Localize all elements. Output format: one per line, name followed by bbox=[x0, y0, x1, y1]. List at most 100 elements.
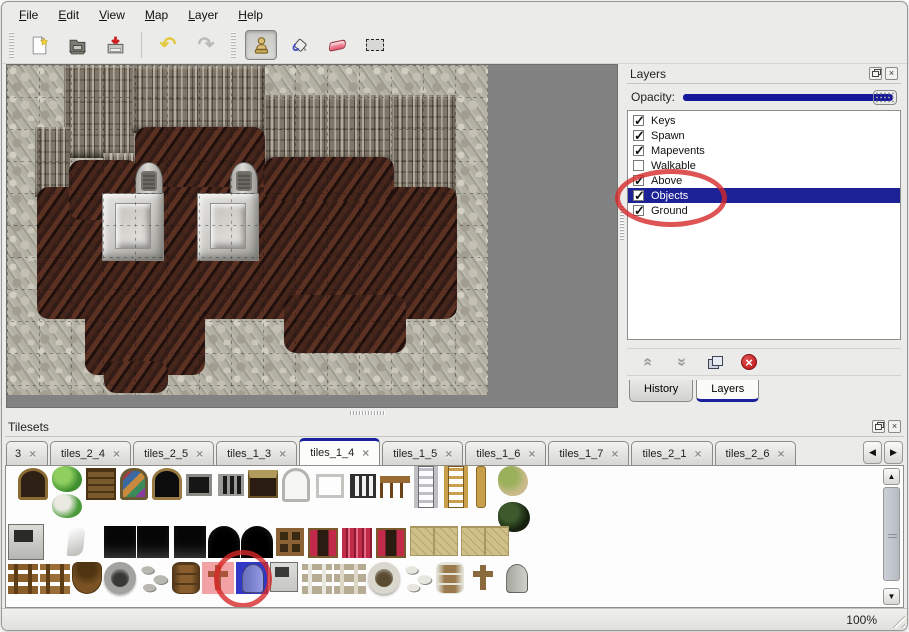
tile-curtain-window-1[interactable] bbox=[308, 528, 338, 558]
tile-grave-cross[interactable] bbox=[202, 562, 234, 594]
select-tool-button[interactable] bbox=[359, 30, 391, 60]
tile-window-arch-dark[interactable] bbox=[152, 468, 182, 500]
tab-close-icon[interactable]: × bbox=[611, 447, 618, 461]
tile-curtain-window-2[interactable] bbox=[376, 528, 406, 558]
tile-grave-tombstone-selected[interactable] bbox=[236, 562, 268, 594]
layer-visibility-checkbox[interactable] bbox=[633, 115, 644, 126]
eraser-tool-button[interactable] bbox=[321, 30, 353, 60]
tile-flower-box-green[interactable] bbox=[52, 466, 82, 492]
tile-window-small-dark[interactable] bbox=[186, 474, 212, 496]
vertical-splitter[interactable] bbox=[618, 64, 625, 408]
opacity-slider[interactable] bbox=[683, 90, 897, 105]
tile-well-stone[interactable] bbox=[104, 562, 136, 594]
scroll-up-icon[interactable]: ▲ bbox=[883, 468, 900, 485]
tileset-tab-tiles_1_6[interactable]: tiles_1_6× bbox=[465, 441, 546, 465]
layer-row-spawn[interactable]: Spawn bbox=[628, 128, 900, 143]
float-icon[interactable] bbox=[872, 420, 885, 433]
tile-arch-white[interactable] bbox=[282, 468, 310, 502]
layer-row-above[interactable]: Above bbox=[628, 173, 900, 188]
duplicate-layer-button[interactable] bbox=[703, 352, 727, 372]
scrollbar-thumb[interactable] bbox=[883, 487, 900, 581]
layer-row-keys[interactable]: Keys bbox=[628, 113, 900, 128]
tileset-tab-tiles_1_4[interactable]: tiles_1_4× bbox=[299, 438, 380, 465]
tile-black-tile-1[interactable] bbox=[104, 526, 136, 558]
tile-flower-box-white[interactable] bbox=[52, 494, 82, 518]
tile-cave-arch-1[interactable] bbox=[208, 526, 240, 558]
tile-table-wood[interactable] bbox=[380, 476, 410, 498]
save-button[interactable] bbox=[99, 30, 131, 60]
tab-close-icon[interactable]: × bbox=[29, 447, 36, 461]
tileset-tab-tiles_1_7[interactable]: tiles_1_7× bbox=[548, 441, 629, 465]
map-viewport[interactable] bbox=[6, 64, 618, 408]
tile-ladder-metal[interactable] bbox=[414, 466, 438, 508]
tile-cross-snow[interactable] bbox=[468, 562, 498, 594]
tile-plant-roots[interactable] bbox=[498, 466, 528, 496]
redo-button[interactable]: ↷ bbox=[190, 30, 222, 60]
move-layer-up-button[interactable]: « bbox=[635, 352, 659, 372]
opacity-slider-handle[interactable] bbox=[873, 90, 897, 105]
tab-close-icon[interactable]: × bbox=[694, 447, 701, 461]
tileset-tab-tiles_2_4[interactable]: tiles_2_4× bbox=[50, 441, 131, 465]
scroll-tabs-right-button[interactable]: ▶ bbox=[884, 441, 903, 464]
fill-tool-button[interactable] bbox=[283, 30, 315, 60]
menu-view[interactable]: View bbox=[90, 5, 134, 25]
tile-barrel-wood[interactable] bbox=[172, 562, 200, 594]
layer-row-ground[interactable]: Ground bbox=[628, 203, 900, 218]
menu-layer[interactable]: Layer bbox=[179, 5, 227, 25]
tile-tombstone-snow[interactable] bbox=[500, 562, 532, 594]
layer-visibility-checkbox[interactable] bbox=[633, 190, 644, 201]
tile-window-shutters[interactable] bbox=[86, 468, 116, 500]
tile-black-tile-2[interactable] bbox=[137, 526, 169, 558]
tab-close-icon[interactable]: × bbox=[113, 447, 120, 461]
tile-window-arch-brown[interactable] bbox=[18, 468, 48, 500]
tile-barrel-snow[interactable] bbox=[436, 562, 464, 594]
tile-ladder-rope[interactable] bbox=[444, 466, 468, 508]
tile-window-awning[interactable] bbox=[248, 470, 278, 498]
tile-well-snow[interactable] bbox=[368, 562, 400, 594]
tile-window-stained-glass[interactable] bbox=[120, 468, 148, 500]
horizontal-splitter[interactable] bbox=[2, 408, 907, 417]
tileset-tab-3[interactable]: 3× bbox=[6, 441, 48, 465]
layer-visibility-checkbox[interactable] bbox=[633, 145, 644, 156]
tileset-tab-tiles_1_5[interactable]: tiles_1_5× bbox=[382, 441, 463, 465]
tile-cave-arch-2[interactable] bbox=[241, 526, 273, 558]
tile-stone-slabs[interactable] bbox=[138, 562, 170, 594]
tile-curtains-red[interactable] bbox=[342, 528, 372, 558]
tile-basket-wood[interactable] bbox=[72, 562, 102, 594]
close-icon[interactable]: × bbox=[885, 67, 898, 80]
delete-layer-button[interactable]: × bbox=[737, 352, 761, 372]
float-icon[interactable] bbox=[869, 67, 882, 80]
map-canvas[interactable] bbox=[7, 65, 488, 395]
tab-close-icon[interactable]: × bbox=[445, 447, 452, 461]
tileset-tab-tiles_2_1[interactable]: tiles_2_1× bbox=[631, 441, 712, 465]
layer-row-objects[interactable]: Objects bbox=[628, 188, 900, 203]
menu-edit[interactable]: Edit bbox=[49, 5, 88, 25]
tile-rope[interactable] bbox=[476, 466, 486, 508]
tile-tan-wall-2[interactable] bbox=[434, 526, 458, 556]
tileset-scrollbar[interactable]: ▲ ▼ bbox=[883, 468, 901, 605]
tile-railing-white[interactable] bbox=[350, 474, 376, 498]
tileset-tab-tiles_1_3[interactable]: tiles_1_3× bbox=[216, 441, 297, 465]
layer-visibility-checkbox[interactable] bbox=[633, 160, 644, 171]
scroll-down-icon[interactable]: ▼ bbox=[883, 588, 900, 605]
resize-grip[interactable] bbox=[888, 611, 905, 628]
tile-sign-snow[interactable] bbox=[302, 564, 332, 594]
layer-visibility-checkbox[interactable] bbox=[633, 130, 644, 141]
menu-file[interactable]: File bbox=[10, 5, 47, 25]
tile-window-barred[interactable] bbox=[218, 474, 244, 496]
tileset-tab-tiles_2_5[interactable]: tiles_2_5× bbox=[133, 441, 214, 465]
stamp-tool-button[interactable] bbox=[245, 30, 277, 60]
menu-help[interactable]: Help bbox=[229, 5, 272, 25]
layer-row-walkable[interactable]: Walkable bbox=[628, 158, 900, 173]
tab-layers[interactable]: Layers bbox=[696, 380, 759, 402]
scroll-tabs-left-button[interactable]: ◀ bbox=[863, 441, 882, 464]
tile-tan-wall-3[interactable] bbox=[461, 526, 485, 556]
tab-close-icon[interactable]: × bbox=[362, 446, 369, 460]
tile-window-white[interactable] bbox=[316, 474, 344, 498]
layer-row-mapevents[interactable]: Mapevents bbox=[628, 143, 900, 158]
tile-bench-snow[interactable] bbox=[334, 564, 366, 594]
tab-close-icon[interactable]: × bbox=[279, 447, 286, 461]
tile-fence-wood[interactable] bbox=[40, 564, 70, 594]
tileset-tab-tiles_2_6[interactable]: tiles_2_6× bbox=[715, 441, 796, 465]
tile-slabs-snow[interactable] bbox=[402, 562, 434, 594]
